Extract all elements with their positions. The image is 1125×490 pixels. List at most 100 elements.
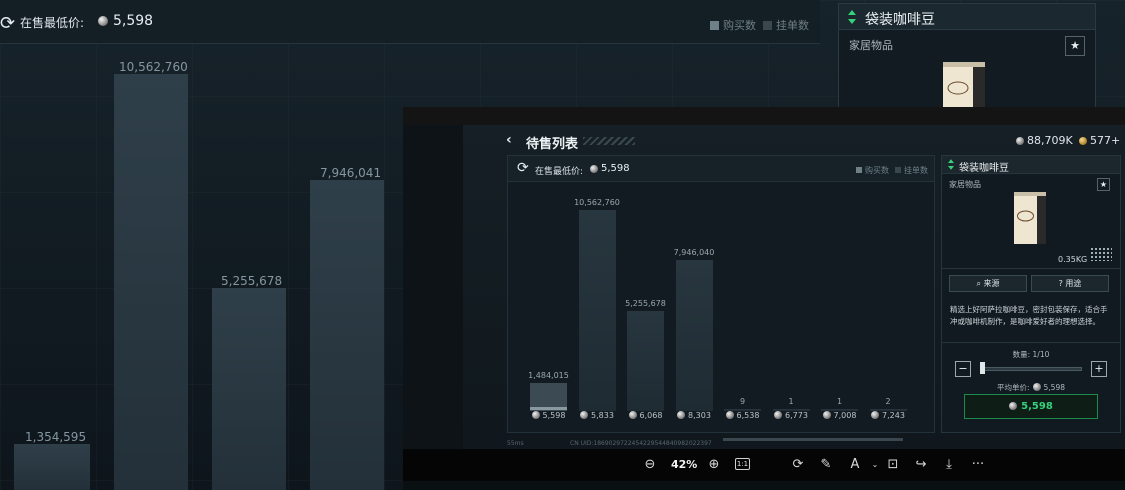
- left-strip: [403, 125, 463, 449]
- quantity-increase-button[interactable]: +: [1091, 361, 1107, 377]
- chart-price-tick: 5,598: [524, 411, 574, 420]
- silver-coin-icon: [628, 411, 637, 419]
- silver-coin-icon: [1009, 402, 1018, 410]
- favorite-star-icon[interactable]: ★: [1065, 36, 1085, 56]
- more-options-icon[interactable]: ···: [969, 457, 987, 473]
- market-screenshot: ‹ 待售列表 88,709K 577+ ⟳ 在售最低价: 5,598 购买数 挂…: [403, 107, 1125, 449]
- divider: [942, 342, 1120, 343]
- chart-price-tick: 8,303: [669, 411, 719, 420]
- chevron-down-icon[interactable]: ⌄: [866, 457, 884, 473]
- chart-price-tick: 7,008: [815, 411, 865, 420]
- silver-coin-icon: [580, 411, 589, 419]
- search-icon: ⌕: [976, 279, 984, 288]
- unit-price: 平均单价: 5,598: [996, 383, 1065, 392]
- bg-bar-label-4: 7,946,041: [320, 166, 382, 180]
- quantity-label: 数量: 1/10: [1012, 350, 1050, 359]
- item-weight: 0.35KG: [1058, 255, 1088, 264]
- bg-legend-buy: 购买数: [710, 17, 756, 33]
- quantity-slider-handle[interactable]: [980, 362, 985, 374]
- coffee-bag-image: [1014, 192, 1046, 244]
- chart-value-label: 5,255,678: [625, 299, 666, 309]
- source-button[interactable]: ⌕ 来源: [949, 275, 1027, 292]
- use-button[interactable]: ? 用途: [1031, 275, 1109, 292]
- zoom-out-icon[interactable]: ⊖: [641, 457, 659, 473]
- silver-coin-icon: [871, 411, 880, 419]
- item-category: 家居物品: [949, 180, 981, 189]
- bg-legend-list: 挂单数: [763, 17, 809, 33]
- chart-value-label: 1,484,015: [528, 370, 569, 380]
- refresh-icon[interactable]: ⟳: [0, 13, 15, 34]
- bg-bar-4: [310, 180, 384, 490]
- quantity-decrease-button[interactable]: −: [955, 361, 971, 377]
- bg-lowest-price: 5,598: [113, 13, 154, 29]
- bg-item-card: 袋装咖啡豆 家居物品 ★: [838, 3, 1096, 112]
- refresh-icon[interactable]: ⟳: [517, 160, 529, 176]
- bottom-edge: [403, 481, 1125, 490]
- share-icon[interactable]: ↪: [912, 457, 930, 473]
- legend-list: 挂单数: [895, 165, 928, 176]
- horizontal-scrollbar[interactable]: [723, 438, 903, 441]
- bg-bar-3: [212, 288, 286, 490]
- silver-coin-icon: [1032, 383, 1041, 391]
- zoom-level: 42%: [671, 458, 698, 471]
- chart-value-label: 7,946,040: [673, 248, 715, 258]
- chart-value-label: 2: [885, 397, 891, 406]
- actual-size-button[interactable]: 1:1: [735, 458, 750, 470]
- image-viewer-toolbar: ⊖ 42% ⊕ 1:1 ⟳ ✎ A ⌄ ⊡ ↪ ⤓ ···: [403, 449, 1125, 481]
- item-detail-panel: 袋装咖啡豆 家居物品 ★ 0.35KG ⌕ 来源 ? 用途 精选上好阿萨拉咖啡豆…: [941, 155, 1121, 433]
- coffee-bag-image: [943, 62, 985, 112]
- rarity-icon: [848, 10, 856, 24]
- title-hatch-decoration: [583, 137, 635, 145]
- silver-coin-icon: [590, 165, 598, 173]
- silver-coin-icon: [677, 411, 686, 419]
- item-size-grid-icon: [1090, 247, 1112, 261]
- translate-icon[interactable]: A: [846, 457, 864, 473]
- chart-bar[interactable]: [627, 311, 664, 411]
- gold-coin-icon: [1079, 137, 1087, 145]
- silver-coin-icon: [531, 411, 540, 419]
- bg-bar-label-2: 10,562,760: [119, 60, 188, 74]
- chart-price-tick: 6,068: [621, 411, 671, 420]
- price-chart-panel: ⟳ 在售最低价: 5,598 购买数 挂单数 1,484,015 5,598 10,…: [507, 155, 935, 433]
- bg-item-category: 家居物品: [849, 39, 893, 52]
- item-description: 精选上好阿萨拉咖啡豆，密封包装保存，适合手冲或咖啡机制作，是咖啡爱好者的理想选择…: [950, 305, 1108, 326]
- divider: [942, 268, 1120, 269]
- favorite-star-icon[interactable]: ★: [1097, 178, 1110, 191]
- chart-price-tick: 7,243: [863, 411, 913, 420]
- price-chart-header: ⟳ 在售最低价: 5,598 购买数 挂单数: [508, 156, 934, 182]
- edit-icon[interactable]: ✎: [817, 457, 835, 473]
- quantity-slider[interactable]: [982, 367, 1082, 371]
- bg-item-title: 袋装咖啡豆: [865, 12, 935, 28]
- selected-bar-indicator: [530, 407, 567, 410]
- chart-bar[interactable]: [675, 260, 713, 411]
- chart-price-tick: 5,833: [572, 411, 622, 420]
- latency-status: 55ms: [507, 440, 524, 447]
- uid-status: CN UID:1869029722454229544840982022397: [570, 440, 712, 447]
- bg-bar-label-3: 5,255,678: [221, 274, 283, 288]
- top-strip: [403, 107, 1125, 125]
- chart-price-tick: 6,773: [766, 411, 816, 420]
- silver-currency: 88,709K: [1027, 134, 1073, 147]
- bg-price-header: ⟳ 在售最低价: 5,598 购买数 挂单数: [0, 0, 820, 44]
- bg-bar-1: [14, 444, 90, 490]
- silver-coin-icon: [725, 411, 734, 419]
- item-title: 袋装咖啡豆: [959, 163, 1009, 174]
- legend-buy: 购买数: [856, 165, 889, 176]
- silver-coin-icon: [98, 16, 108, 26]
- lowest-price-label: 在售最低价:: [535, 167, 584, 177]
- ocr-icon[interactable]: ⊡: [884, 457, 902, 473]
- buy-button[interactable]: 5,598: [964, 394, 1098, 419]
- back-arrow-icon[interactable]: ‹: [506, 132, 512, 148]
- download-icon[interactable]: ⤓: [940, 457, 958, 473]
- silver-coin-icon: [1016, 137, 1024, 145]
- rotate-icon[interactable]: ⟳: [789, 457, 807, 473]
- bg-bar-2: [114, 74, 188, 490]
- zoom-in-icon[interactable]: ⊕: [705, 457, 723, 473]
- chart-bar[interactable]: [578, 210, 616, 411]
- bg-lowest-price-label: 在售最低价:: [20, 16, 85, 30]
- gold-currency[interactable]: 577+: [1090, 134, 1120, 147]
- lowest-price: 5,598: [601, 163, 630, 174]
- silver-coin-icon: [774, 411, 783, 419]
- bg-bar-label-1: 1,354,595: [25, 430, 87, 444]
- chart-value-label: 10,562,760: [574, 198, 620, 208]
